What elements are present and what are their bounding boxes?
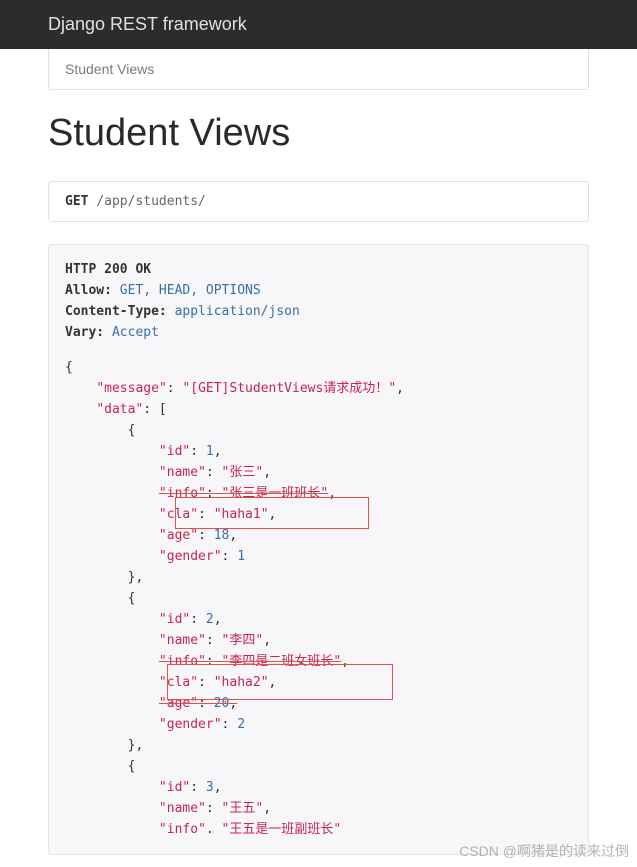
http-method: GET [65,194,88,209]
json-body: { message: [GET]StudentViews请求成功！, data:… [65,357,572,840]
page-title: Student Views [48,112,589,155]
response-panel: HTTP 200 OK Allow: GET, HEAD, OPTIONS Co… [48,244,589,855]
breadcrumb: Student Views [48,49,589,90]
header-content-type: Content-Type: application/json [65,301,572,322]
brand-text[interactable]: Django REST framework [48,14,247,34]
request-line: GET /app/students/ [48,181,589,222]
http-path: /app/students/ [96,194,206,209]
navbar: Django REST framework [0,0,637,49]
breadcrumb-current: Student Views [65,61,154,77]
header-allow: Allow: GET, HEAD, OPTIONS [65,280,572,301]
status-line: HTTP 200 OK [65,259,572,280]
header-vary: Vary: Accept [65,322,572,343]
main-content: Student Views Student Views GET /app/stu… [0,49,637,855]
